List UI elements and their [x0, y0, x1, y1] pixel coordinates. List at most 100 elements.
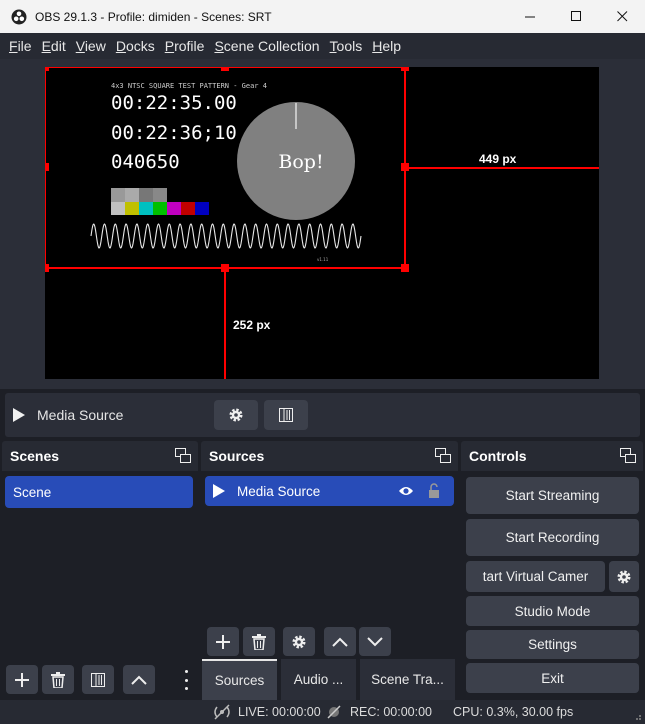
rec-status: REC: 00:00:00 [350, 705, 432, 719]
scenes-dock-header: Scenes [2, 441, 198, 471]
chevron-down-icon [367, 636, 383, 646]
exit-button[interactable]: Exit [466, 663, 639, 693]
pattern-title: 4x3 NTSC SQUARE TEST PATTERN - Gear 4 [111, 82, 267, 90]
preview-canvas[interactable]: 4x3 NTSC SQUARE TEST PATTERN - Gear 4 00… [41, 63, 599, 379]
filter-icon [279, 408, 293, 422]
live-status: LIVE: 00:00:00 [238, 705, 321, 719]
filter-icon [91, 672, 105, 687]
trash-icon [252, 633, 266, 650]
scene-item[interactable]: Scene [5, 476, 193, 508]
maximize-icon [570, 11, 581, 21]
window-title: OBS 29.1.3 - Profile: dimiden - Scenes: … [35, 9, 272, 24]
plus-icon [216, 634, 230, 649]
scenes-title: Scenes [10, 448, 60, 464]
remove-source-button[interactable] [243, 627, 275, 656]
preview-content: 4x3 NTSC SQUARE TEST PATTERN - Gear 4 00… [41, 63, 599, 379]
studio-mode-label: Studio Mode [514, 603, 591, 619]
sources-dock-header: Sources [201, 441, 458, 471]
move-scene-up-button[interactable] [123, 665, 155, 694]
obs-logo-icon [11, 9, 27, 24]
start-streaming-button[interactable]: Start Streaming [466, 477, 639, 514]
distance-label-bottom: 252 px [233, 318, 271, 332]
start-streaming-label: Start Streaming [505, 488, 600, 503]
exit-label: Exit [541, 670, 564, 686]
status-bar: LIVE: 00:00:00 REC: 00:00:00 CPU: 0.3%, … [0, 700, 645, 724]
record-off-icon [327, 705, 341, 719]
more-options-icon[interactable] [181, 670, 191, 690]
resize-grip-icon[interactable] [634, 713, 642, 721]
maximize-button[interactable] [553, 0, 599, 33]
scenes-dock: Scenes Scene [2, 441, 198, 700]
menu-item-help[interactable]: Help [367, 38, 406, 54]
close-button[interactable] [599, 0, 645, 33]
broadcast-off-icon [214, 704, 230, 720]
color-bar [181, 202, 195, 215]
color-bar [139, 202, 153, 215]
tab-sources[interactable]: Sources [202, 659, 277, 700]
trash-icon [51, 671, 65, 688]
undock-icon[interactable] [175, 448, 191, 464]
sine-wave [90, 223, 362, 249]
add-scene-button[interactable] [6, 665, 38, 694]
gear-icon [292, 635, 306, 648]
play-icon[interactable] [13, 408, 25, 422]
color-bar [167, 202, 181, 215]
move-source-up-button[interactable] [324, 627, 356, 656]
undock-icon[interactable] [435, 448, 451, 464]
sources-title: Sources [209, 448, 265, 464]
timecode-2: 00:22:36;10 [111, 122, 237, 144]
source-toolbar: Media Source [5, 393, 640, 437]
cpu-status: CPU: 0.3%, 30.00 fps [453, 705, 574, 719]
virtual-camera-settings-button[interactable] [609, 561, 639, 592]
source-item-label: Media Source [237, 483, 321, 499]
menu-item-edit[interactable]: Edit [37, 38, 71, 54]
menu-item-tools[interactable]: Tools [325, 38, 368, 54]
lock-icon[interactable] [428, 483, 440, 498]
start-virtual-camera-button[interactable]: tart Virtual Camer [466, 561, 605, 592]
menu-item-profile[interactable]: Profile [160, 38, 210, 54]
minimize-button[interactable] [507, 0, 553, 33]
studio-mode-button[interactable]: Studio Mode [466, 596, 639, 626]
source-filters-button[interactable] [264, 400, 308, 430]
tab-transitions-label: Scene Tra... [371, 672, 444, 687]
distance-label-right: 449 px [479, 152, 517, 166]
chevron-up-icon [131, 675, 147, 685]
scene-filters-button[interactable] [82, 665, 114, 694]
tab-sources-label: Sources [214, 673, 265, 688]
menu-bar: File Edit View Docks Profile Scene Collection… [0, 33, 645, 59]
color-bars [111, 202, 209, 215]
source-settings-button[interactable] [283, 627, 315, 656]
remove-scene-button[interactable] [42, 665, 74, 694]
tab-audio-mixer[interactable]: Audio ... [281, 659, 356, 700]
undock-icon[interactable] [620, 448, 636, 464]
gear-icon [229, 408, 243, 422]
color-bar [111, 202, 125, 215]
version-text: v1.11 [317, 257, 329, 262]
title-bar: OBS 29.1.3 - Profile: dimiden - Scenes: … [0, 0, 645, 33]
add-source-button[interactable] [207, 627, 239, 656]
settings-button[interactable]: Settings [466, 630, 639, 659]
play-icon[interactable] [213, 484, 225, 498]
source-toolbar-name: Media Source [37, 407, 124, 423]
menu-item-docks[interactable]: Docks [111, 38, 160, 54]
menu-item-file[interactable]: File [4, 38, 37, 54]
menu-item-view[interactable]: View [71, 38, 111, 54]
tab-audio-label: Audio ... [293, 672, 344, 687]
eye-icon[interactable] [398, 485, 414, 497]
start-recording-button[interactable]: Start Recording [466, 519, 639, 556]
gray-ramp [111, 188, 167, 202]
start-recording-label: Start Recording [505, 530, 600, 545]
controls-dock-header: Controls [461, 441, 643, 471]
color-bar [195, 202, 209, 215]
move-source-down-button[interactable] [359, 627, 391, 656]
source-properties-button[interactable] [214, 400, 258, 430]
source-item[interactable]: Media Source [205, 476, 454, 506]
menu-item-scene-collection[interactable]: Scene Collection [209, 38, 324, 54]
gear-icon [617, 570, 631, 583]
scene-item-label: Scene [13, 484, 52, 500]
dock-tabs: Sources Audio ... Scene Tra... [202, 659, 455, 700]
close-icon [616, 11, 627, 22]
frame-counter: 040650 [111, 151, 180, 173]
minimize-icon [524, 16, 535, 18]
tab-scene-transitions[interactable]: Scene Tra... [360, 659, 455, 700]
